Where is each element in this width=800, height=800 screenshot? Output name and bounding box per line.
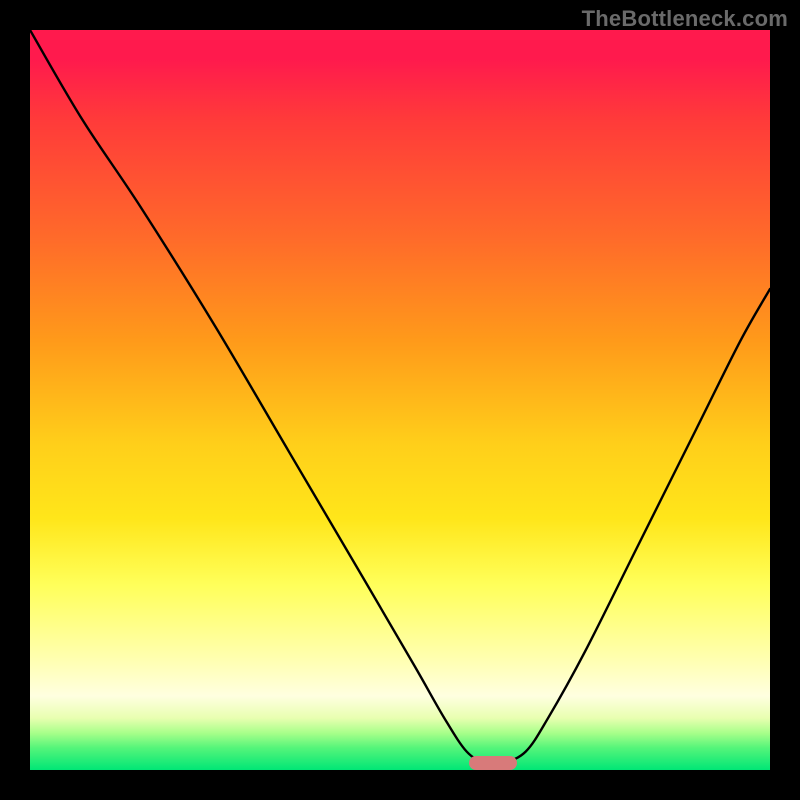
bottleneck-curve	[30, 30, 770, 770]
watermark-text: TheBottleneck.com	[582, 6, 788, 32]
optimal-marker	[469, 756, 517, 770]
plot-area	[30, 30, 770, 770]
chart-frame: TheBottleneck.com	[0, 0, 800, 800]
